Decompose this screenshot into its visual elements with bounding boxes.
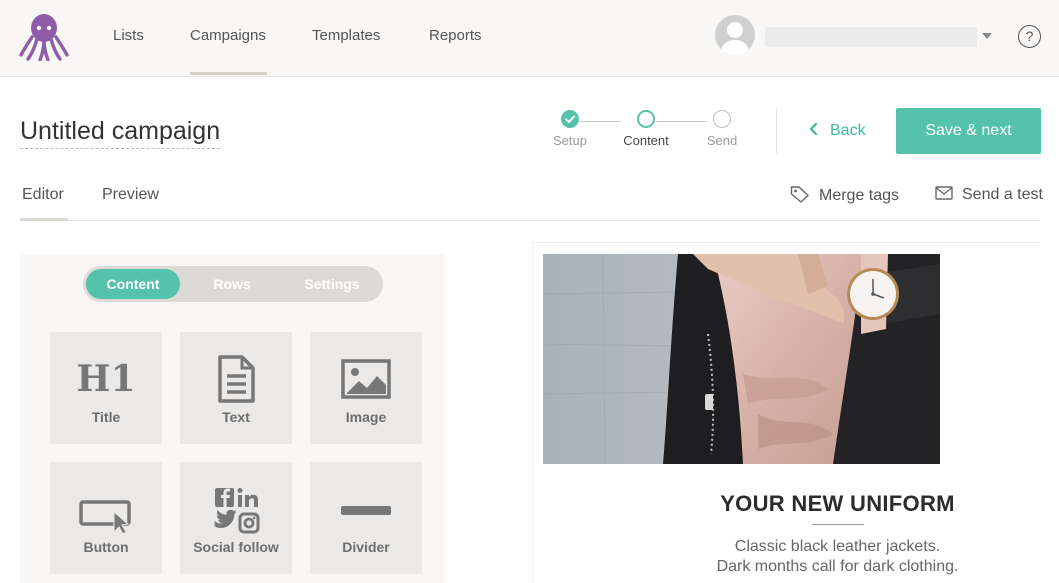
merge-tags-label: Merge tags (819, 187, 900, 204)
step-setup[interactable]: Setup (540, 110, 600, 148)
nav-reports[interactable]: Reports (429, 27, 482, 45)
avatar[interactable] (715, 15, 755, 55)
current-step-icon (637, 110, 655, 128)
block-divider[interactable]: Divider (310, 462, 422, 574)
block-label: Divider (342, 539, 390, 555)
social-icons (180, 484, 292, 534)
octopus-logo-icon[interactable] (19, 11, 69, 61)
image-icon (310, 354, 422, 404)
chevron-down-icon[interactable] (982, 33, 992, 39)
envelope-icon (935, 186, 953, 200)
tab-preview[interactable]: Preview (102, 185, 159, 205)
h1-icon: H1 (76, 358, 136, 400)
segment-content[interactable]: Content (86, 269, 180, 299)
save-and-next-button[interactable]: Save & next (896, 108, 1041, 154)
block-button[interactable]: Button (50, 462, 162, 574)
email-body-line: Classic black leather jackets. (734, 538, 941, 555)
document-icon (180, 354, 292, 404)
check-icon (561, 110, 579, 128)
back-label: Back (830, 122, 866, 139)
email-heading[interactable]: YOUR NEW UNIFORM (640, 491, 1035, 517)
send-test-button[interactable]: Send a test (935, 185, 1043, 205)
block-social-follow[interactable]: Social follow (180, 462, 292, 574)
button-icon (50, 484, 162, 535)
divider-icon (310, 484, 422, 534)
account-name-placeholder[interactable] (765, 27, 977, 47)
nav-lists[interactable]: Lists (113, 27, 144, 45)
block-label: Button (83, 539, 129, 555)
nav-active-indicator (190, 72, 267, 75)
campaign-title[interactable]: Untitled campaign (20, 116, 221, 149)
tabs-border (20, 220, 1040, 221)
nav-campaigns[interactable]: Campaigns (190, 27, 266, 45)
help-icon[interactable]: ? (1018, 25, 1041, 48)
fashion-photo-illustration (543, 254, 940, 464)
pending-step-icon (713, 110, 731, 128)
nav-templates[interactable]: Templates (312, 27, 380, 45)
step-label: Content (623, 133, 669, 148)
step-label: Send (706, 133, 738, 148)
segment-settings[interactable]: Settings (285, 269, 379, 299)
step-send[interactable]: Send (692, 110, 752, 148)
segment-rows[interactable]: Rows (185, 269, 279, 299)
block-text[interactable]: Text (180, 332, 292, 444)
tag-icon (790, 186, 809, 203)
block-label: Text (222, 409, 250, 425)
email-body-line: Dark months call for dark clothing. (716, 558, 959, 575)
tab-editor[interactable]: Editor (22, 185, 64, 205)
panel-segmented-control: Content Rows Settings (83, 266, 383, 302)
tab-active-indicator (20, 218, 68, 221)
step-label: Setup (553, 133, 587, 148)
divider (776, 108, 777, 154)
hero-image[interactable] (543, 254, 940, 464)
chevron-left-icon (809, 122, 818, 136)
block-title[interactable]: H1 Title (50, 332, 162, 444)
top-navigation: Lists Campaigns Templates Reports ? (0, 0, 1059, 77)
block-label: Image (345, 409, 387, 425)
block-image[interactable]: Image (310, 332, 422, 444)
block-label: Social follow (193, 539, 279, 555)
progress-stepper: Setup Content Send (540, 110, 750, 155)
user-silhouette-icon (720, 22, 750, 55)
back-button[interactable]: Back (808, 121, 866, 141)
merge-tags-button[interactable]: Merge tags (790, 185, 899, 206)
step-content[interactable]: Content (616, 110, 676, 148)
heading-divider (812, 524, 864, 525)
send-test-label: Send a test (962, 186, 1043, 203)
block-label: Title (91, 409, 121, 425)
email-body-text[interactable]: Classic black leather jackets. Dark mont… (640, 537, 1035, 577)
